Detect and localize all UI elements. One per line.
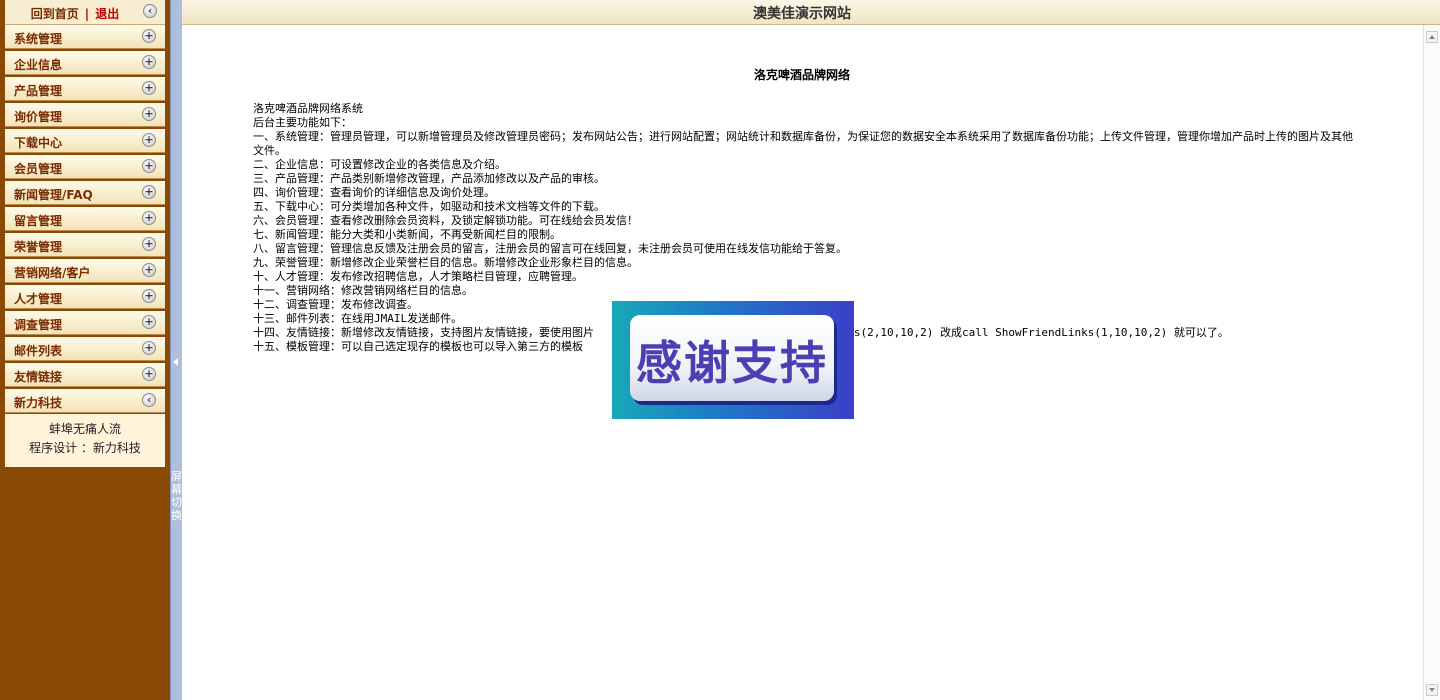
info-section-header[interactable]: 新力科技 ‹ [5, 389, 165, 413]
thanks-text: 感谢支持 [636, 336, 828, 390]
menu-item-label: 人才管理 [14, 292, 63, 306]
plus-icon[interactable]: + [142, 185, 156, 199]
plus-icon[interactable]: + [142, 289, 156, 303]
menu-item-friend-links[interactable]: 友情链接 + [5, 363, 165, 387]
feature-item: 六、会员管理：查看修改删除会员资料，及锁定解锁功能。可在线给会员发信！ [253, 214, 638, 227]
plus-icon[interactable]: + [142, 81, 156, 95]
plus-icon[interactable]: + [142, 29, 156, 43]
plus-icon[interactable]: + [142, 237, 156, 251]
menu-item-label: 营销网络/客户 [14, 266, 91, 280]
screen-toggle-label[interactable]: 屏幕切换 [171, 470, 182, 522]
menu-item-members[interactable]: 会员管理 + [5, 155, 165, 179]
plus-icon[interactable]: + [142, 133, 156, 147]
feature-item-head: 十四、友情链接：新增修改友情链接，支持图片友情链接，要使用图片 [253, 326, 594, 339]
info-line-1: 蚌埠无痛人流 [48, 422, 121, 436]
intro-line: 后台主要功能如下： [253, 116, 352, 129]
feature-item: 二、企业信息：可设置修改企业的各类信息及介绍。 [253, 158, 506, 171]
feature-item: 八、留言管理：管理信息反馈及注册会员的留言，注册会员的留言可在线回复，未注册会员… [253, 242, 847, 255]
menu-item-label: 新闻管理/FAQ [14, 188, 93, 202]
plus-icon[interactable]: + [142, 159, 156, 173]
menu-item-label: 下载中心 [14, 136, 63, 150]
vertical-scrollbar[interactable] [1423, 25, 1440, 700]
menu-item-talent[interactable]: 人才管理 + [5, 285, 165, 309]
sidebar-top-links: 回到首页 | 退出 ‹ [5, 0, 165, 25]
header-bar: 澳美佳演示网站 [182, 0, 1440, 25]
plus-icon[interactable]: + [142, 315, 156, 329]
menu-item-label: 邮件列表 [14, 344, 63, 358]
top-links: 回到首页 | 退出 [5, 5, 145, 22]
feature-item: 三、产品管理：产品类别新增修改管理，产品添加修改以及产品的审核。 [253, 172, 605, 185]
menu-item-marketing[interactable]: 营销网络/客户 + [5, 259, 165, 283]
feature-item: 九、荣誉管理：新增修改企业荣誉栏目的信息。新增修改企业形象栏目的信息。 [253, 256, 638, 269]
site-title: 澳美佳演示网站 [753, 6, 851, 22]
menu-item-surveys[interactable]: 调查管理 + [5, 311, 165, 335]
link-separator: | [84, 7, 90, 21]
menu-item-label: 留言管理 [14, 214, 63, 228]
menu-item-downloads[interactable]: 下载中心 + [5, 129, 165, 153]
menu-item-label: 会员管理 [14, 162, 63, 176]
feature-item: 十一、营销网络：修改营销网络栏目的信息。 [253, 284, 473, 297]
menu-item-company-info[interactable]: 企业信息 + [5, 51, 165, 75]
menu-item-label: 调查管理 [14, 318, 63, 332]
feature-item: 四、询价管理：查看询价的详细信息及询价处理。 [253, 186, 495, 199]
plus-icon[interactable]: + [142, 341, 156, 355]
menu-item-label: 产品管理 [14, 84, 63, 98]
scroll-down-icon[interactable] [1426, 684, 1438, 696]
info-section-title: 新力科技 [14, 396, 63, 410]
logout-link[interactable]: 退出 [95, 5, 119, 22]
page-heading: 洛克啤酒品牌网络 [753, 68, 850, 82]
intro-line: 洛克啤酒品牌网络系统 [253, 102, 363, 115]
collapse-left-icon[interactable]: ‹ [143, 4, 157, 18]
menu-item-label: 询价管理 [14, 110, 63, 124]
menu-item-label: 系统管理 [14, 32, 63, 46]
plus-icon[interactable]: + [142, 55, 156, 69]
thanks-banner-image: 感谢支持 [612, 301, 854, 419]
feature-item: 七、新闻管理：能分大类和小类新闻，不再受新闻栏目的限制。 [253, 228, 561, 241]
sidebar: 回到首页 | 退出 ‹ 系统管理 + 企业信息 + 产品管理 + 询价管理 + 下载… [0, 0, 170, 700]
menu-item-messages[interactable]: 留言管理 + [5, 207, 165, 231]
collapse-arrow-icon[interactable] [173, 358, 178, 366]
menu-item-label: 友情链接 [14, 370, 63, 384]
info-panel: 蚌埠无痛人流 程序设计 ：新力科技 [5, 414, 165, 467]
menu-item-label: 荣誉管理 [14, 240, 63, 254]
plus-icon[interactable]: + [142, 211, 156, 225]
thanks-plate: 感谢支持 [630, 315, 834, 401]
menu-item-inquiries[interactable]: 询价管理 + [5, 103, 165, 127]
menu-item-mailing-list[interactable]: 邮件列表 + [5, 337, 165, 361]
plus-icon[interactable]: + [142, 367, 156, 381]
menu-item-system[interactable]: 系统管理 + [5, 25, 165, 49]
screen-toggle-splitter[interactable]: 屏幕切换 [170, 0, 182, 700]
menu-item-products[interactable]: 产品管理 + [5, 77, 165, 101]
collapse-icon[interactable]: ‹ [142, 393, 156, 407]
feature-item: 一、系统管理：管理员管理，可以新增管理员及修改管理员密码；发布网站公告；进行网站… [253, 130, 1353, 157]
info-line-2: 程序设计 ：新力科技 [29, 441, 141, 455]
scroll-up-icon[interactable] [1426, 31, 1438, 43]
feature-item-tail: inks(2,10,10,2) 改成call ShowFriendLinks(1… [834, 326, 1229, 339]
feature-item: 十、人才管理：发布修改招聘信息，人才策略栏目管理，应聘管理。 [253, 270, 583, 283]
plus-icon[interactable]: + [142, 107, 156, 121]
home-link[interactable]: 回到首页 [31, 5, 79, 22]
menu-item-honors[interactable]: 荣誉管理 + [5, 233, 165, 257]
feature-item: 五、下载中心：可分类增加各种文件，如驱动和技术文档等文件的下载。 [253, 200, 605, 213]
menu-item-label: 企业信息 [14, 58, 63, 72]
menu-item-news-faq[interactable]: 新闻管理/FAQ + [5, 181, 165, 205]
plus-icon[interactable]: + [142, 263, 156, 277]
